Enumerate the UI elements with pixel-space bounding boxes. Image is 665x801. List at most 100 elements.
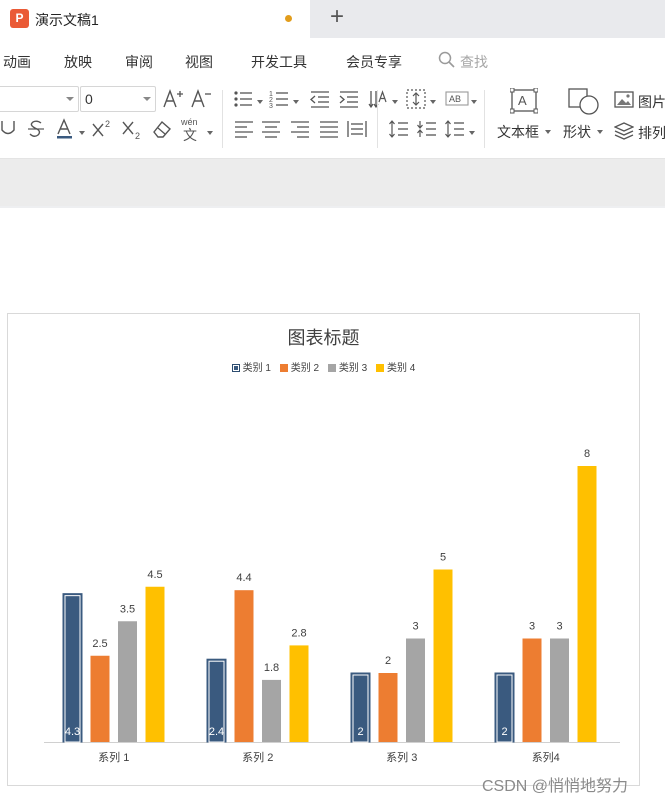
arrange-button[interactable]: 排列 xyxy=(613,120,665,144)
picture-icon xyxy=(614,91,634,108)
font-size-input[interactable]: 0 xyxy=(80,86,156,112)
tab-developer[interactable]: 开发工具 xyxy=(251,52,307,72)
tab-member[interactable]: 会员专享 xyxy=(346,52,402,72)
data-label-1-1: 4.3 xyxy=(65,726,80,738)
align-text-icon[interactable] xyxy=(405,88,427,110)
ruler-area xyxy=(0,158,665,206)
bar-2-4 xyxy=(522,638,542,742)
data-label-3-3: 3 xyxy=(412,621,418,633)
svg-text:AB: AB xyxy=(449,94,461,104)
align-center-icon[interactable] xyxy=(260,118,282,140)
font-name-input[interactable] xyxy=(0,86,79,112)
font-color-dropdown[interactable] xyxy=(79,131,85,135)
align-left-icon[interactable] xyxy=(233,118,255,140)
text-fit-dropdown[interactable] xyxy=(471,100,477,104)
phonetic-dropdown[interactable] xyxy=(207,131,213,135)
arrange-label: 排列 xyxy=(638,125,665,141)
x-tick-label-3: 系列 3 xyxy=(386,750,417,764)
data-label-3-1: 3.5 xyxy=(120,603,135,615)
tab-slideshow[interactable]: 放映 xyxy=(64,52,92,72)
text-direction-dropdown[interactable] xyxy=(392,100,398,104)
number-list-icon[interactable]: 1 2 3 xyxy=(269,88,291,110)
data-label-4-2: 2.8 xyxy=(291,627,306,639)
shape-button[interactable]: 形状 xyxy=(562,88,606,148)
toolbar-separator xyxy=(484,90,485,148)
bar-3-3 xyxy=(406,638,425,742)
distribute-icon[interactable] xyxy=(346,118,368,140)
title-bar: P 演示文稿1 + xyxy=(0,0,665,38)
increase-indent-icon[interactable] xyxy=(338,88,360,110)
data-label-2-2: 4.4 xyxy=(236,572,251,584)
data-label-2-1: 2.5 xyxy=(92,638,107,650)
document-tab[interactable]: P 演示文稿1 xyxy=(0,0,310,38)
svg-text:A: A xyxy=(518,93,527,108)
line-spacing-icon[interactable] xyxy=(388,118,410,140)
x-tick-label-1: 系列 1 xyxy=(98,750,129,764)
bar-1-1 xyxy=(62,593,83,743)
shape-icon xyxy=(568,88,599,115)
decrease-indent-icon[interactable] xyxy=(309,88,331,110)
underline-icon[interactable] xyxy=(0,118,22,140)
bar-4-3 xyxy=(433,569,453,742)
data-label-3-4: 3 xyxy=(556,621,562,633)
font-size-value: 0 xyxy=(85,91,93,107)
decrease-font-icon[interactable] xyxy=(190,88,212,110)
data-label-2-3: 2 xyxy=(385,655,391,667)
data-label-1-3: 2 xyxy=(357,726,363,738)
data-label-4-1: 4.5 xyxy=(147,569,162,581)
textbox-label: 文本框 xyxy=(497,124,539,140)
bar-3-2 xyxy=(262,679,281,742)
bar-4-1 xyxy=(145,586,165,742)
paragraph-spacing-before-icon[interactable] xyxy=(416,118,438,140)
data-label-1-4: 2 xyxy=(501,726,507,738)
bar-2-3 xyxy=(378,673,398,742)
svg-text:2: 2 xyxy=(105,119,110,129)
svg-text:3: 3 xyxy=(269,103,273,110)
bar-2-2 xyxy=(234,590,254,742)
bullet-list-dropdown[interactable] xyxy=(257,100,263,104)
justify-icon[interactable] xyxy=(318,118,340,140)
tab-view[interactable]: 视图 xyxy=(185,52,213,72)
new-tab-button[interactable]: + xyxy=(326,5,348,30)
search-label: 查找 xyxy=(460,54,488,70)
data-label-1-2: 2.4 xyxy=(209,726,224,738)
text-direction-icon[interactable] xyxy=(367,88,389,110)
align-text-dropdown[interactable] xyxy=(430,100,436,104)
chart-plot-area: 4.3 2.5 3.5 4.5 系列 1 2.4 4.4 1.8 2.8 系列 2 2 2 3 5 系列 3… xyxy=(44,448,620,764)
number-list-dropdown[interactable] xyxy=(293,100,299,104)
bar-3-1 xyxy=(118,621,137,742)
tab-review[interactable]: 审阅 xyxy=(125,52,153,72)
bar-4-4 xyxy=(577,466,597,742)
ribbon-tabs: 动画 放映 审阅 视图 开发工具 会员专享 查找 xyxy=(0,38,665,82)
superscript-icon[interactable]: 2 xyxy=(91,118,113,140)
arrange-icon xyxy=(614,122,634,140)
unsaved-indicator-icon xyxy=(285,15,292,22)
bullet-list-icon[interactable] xyxy=(233,88,255,110)
data-label-3-2: 1.8 xyxy=(264,662,279,674)
toolbar-separator xyxy=(377,90,378,148)
clear-format-icon[interactable] xyxy=(151,118,173,140)
phonetic-icon[interactable]: wén 文 xyxy=(180,117,206,143)
paragraph-spacing-dropdown[interactable] xyxy=(469,131,475,135)
bar-4-2 xyxy=(289,645,309,742)
tab-animation[interactable]: 动画 xyxy=(3,52,31,72)
text-fit-icon[interactable]: AB xyxy=(445,88,469,110)
textbox-button[interactable]: A 文本框 xyxy=(496,88,554,148)
font-color-icon[interactable] xyxy=(55,118,77,140)
x-tick-label-4: 系列4 xyxy=(532,750,560,764)
data-label-2-4: 3 xyxy=(529,621,535,633)
increase-font-icon[interactable] xyxy=(162,88,184,110)
bar-3-4 xyxy=(550,638,569,742)
bar-2-1 xyxy=(90,655,110,742)
strikethrough-icon[interactable] xyxy=(26,118,48,140)
presentation-app-icon: P xyxy=(10,9,29,28)
chart-object[interactable]: 图表标题 类别 1 类别 2 类别 3 类别 4 4.3 2.5 3.5 4.5 系列 … xyxy=(7,313,640,786)
picture-button[interactable]: 图片 xyxy=(613,90,665,114)
paragraph-spacing-after-icon[interactable] xyxy=(444,118,466,140)
ribbon-toolbar: 0 2 2 wén 文 1 2 3 AB A 文本框 形状 图片 排列 xyxy=(0,82,665,158)
align-right-icon[interactable] xyxy=(289,118,311,140)
subscript-icon[interactable]: 2 xyxy=(121,118,143,140)
slide-canvas[interactable]: 图表标题 类别 1 类别 2 类别 3 类别 4 4.3 2.5 3.5 4.5 系列 … xyxy=(0,208,665,801)
watermark: CSDN @悄悄地努力 xyxy=(482,778,629,795)
shape-label: 形状 xyxy=(563,124,591,140)
